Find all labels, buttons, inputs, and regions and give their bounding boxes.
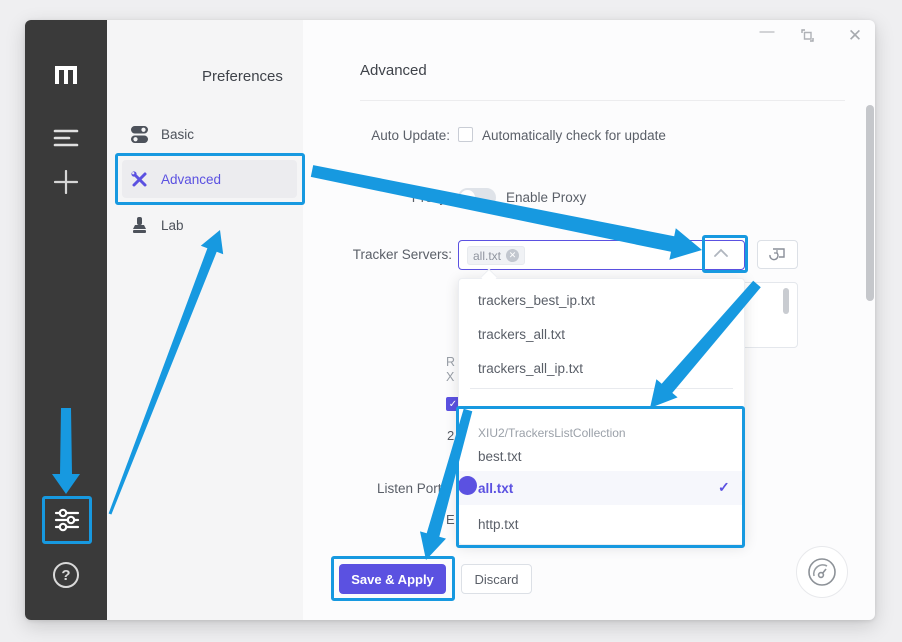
auto-update-checkbox-label[interactable]: Automatically check for update — [482, 128, 666, 143]
sync-trackers-icon — [769, 247, 786, 262]
auto-update-label: Auto Update: — [308, 128, 450, 143]
chevron-annotation-box — [702, 235, 748, 273]
task-list-icon[interactable] — [25, 128, 107, 148]
panel-title: Preferences — [202, 68, 283, 85]
proxy-label: Proxy: — [308, 190, 450, 205]
divider — [360, 100, 845, 101]
preferences-sliders-icon[interactable] — [53, 506, 81, 534]
tag-label: all.txt — [473, 249, 501, 263]
speed-test-button[interactable] — [796, 546, 848, 598]
minimize-icon[interactable]: — — [757, 23, 777, 40]
occluded-text-fragment: 2 — [447, 428, 454, 443]
discard-button[interactable]: Discard — [461, 564, 532, 594]
scrollbar-thumb[interactable] — [866, 105, 874, 301]
textarea-scrollbar-thumb[interactable] — [783, 288, 789, 314]
listen-ports-label: Listen Ports: — [310, 481, 452, 496]
occluded-text-fragment: R — [446, 355, 455, 369]
close-icon[interactable]: ✕ — [845, 26, 865, 46]
tracker-servers-label: Tracker Servers: — [310, 247, 452, 262]
app-window: ? Preferences Basic Advanced Lab — ✕ Adv… — [25, 20, 875, 620]
refresh-trackers-button[interactable] — [757, 240, 798, 269]
occluded-text-fragment: E — [446, 512, 455, 527]
dropdown-item[interactable]: trackers_all.txt — [478, 327, 565, 342]
add-task-icon[interactable] — [25, 170, 107, 194]
selected-tracker-tag: all.txt ✕ — [467, 246, 525, 265]
dropdown-item[interactable]: trackers_all_ip.txt — [478, 361, 583, 376]
preferences-panel: Preferences — [107, 20, 303, 620]
speedometer-icon — [806, 556, 838, 588]
nav-label: Basic — [161, 127, 194, 142]
save-annotation-box — [331, 556, 455, 601]
auto-update-checkbox[interactable] — [458, 127, 473, 142]
proxy-toggle[interactable] — [458, 188, 496, 207]
nav-item-basic[interactable]: Basic — [130, 125, 194, 144]
toggles-icon — [130, 125, 149, 144]
nav-item-lab[interactable]: Lab — [130, 216, 184, 235]
remove-tag-icon[interactable]: ✕ — [506, 249, 519, 262]
dropdown-item[interactable]: trackers_best_ip.txt — [478, 293, 595, 308]
help-icon[interactable]: ? — [53, 562, 79, 588]
page-title: Advanced — [360, 62, 427, 79]
motrix-logo-icon — [25, 65, 107, 85]
advanced-annotation-box — [115, 153, 305, 205]
help-glyph: ? — [61, 567, 70, 584]
maximize-icon[interactable] — [801, 29, 821, 42]
nav-label: Lab — [161, 218, 184, 233]
lab-stamp-icon — [130, 216, 149, 235]
toggle-knob — [460, 190, 475, 205]
sidebar: ? — [25, 20, 107, 620]
proxy-toggle-label: Enable Proxy — [506, 190, 586, 205]
occluded-text-fragment: X — [446, 370, 454, 384]
dropdown-group-annotation-box — [456, 406, 745, 548]
dropdown-divider — [470, 388, 733, 389]
preferences-annotation-box — [42, 496, 92, 544]
